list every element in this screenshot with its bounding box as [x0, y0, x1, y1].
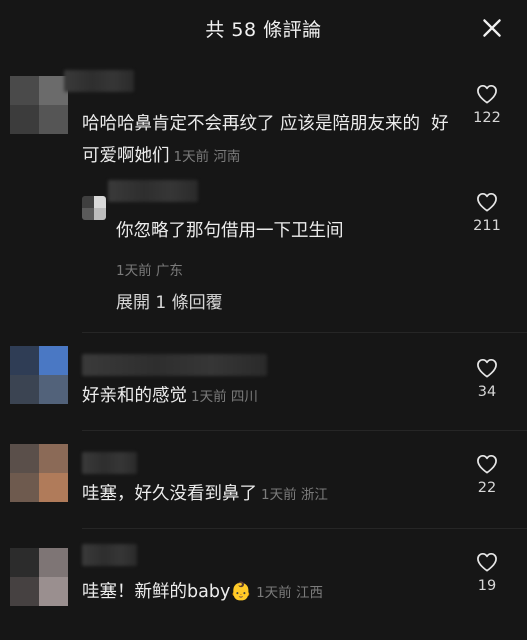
comment-item: 哇塞，好久没看到鼻了 1天前 浙江 22 — [0, 432, 527, 528]
reply-like-button[interactable]: 211 — [469, 192, 505, 234]
comment-item: 哇塞！新鲜的baby👶 1天前 江西 19 — [0, 530, 527, 640]
avatar-pixel — [10, 346, 39, 375]
avatar-pixel — [10, 375, 39, 404]
avatar[interactable] — [10, 548, 68, 606]
comment-meta: 1天前 江西 — [256, 585, 323, 601]
avatar-pixel — [10, 444, 39, 473]
heart-icon — [477, 552, 497, 572]
comment-meta: 1天前 四川 — [191, 389, 258, 405]
divider — [82, 430, 527, 431]
like-button[interactable]: 22 — [469, 454, 505, 496]
avatar[interactable] — [10, 444, 68, 502]
avatar-pixel — [39, 375, 68, 404]
comment-body: 好亲和的感觉 — [82, 386, 187, 406]
username-blurred[interactable] — [82, 354, 267, 376]
avatar-pixel — [82, 196, 94, 208]
comment-item: 哈哈哈鼻肯定不会再纹了 应该是陪朋友来的 好可爱啊她们 1天前 河南 122 你忽… — [0, 0, 527, 330]
reply-text: 你忽略了那句借用一下卫生间 — [116, 221, 344, 241]
like-button[interactable]: 19 — [469, 552, 505, 594]
comment-text: 好亲和的感觉 1天前 四川 — [82, 380, 462, 413]
avatar-pixel — [39, 444, 68, 473]
comment-text: 哈哈哈鼻肯定不会再纹了 应该是陪朋友来的 好可爱啊她们 1天前 河南 — [82, 108, 462, 173]
avatar[interactable] — [10, 76, 68, 134]
baby-emoji-icon: 👶 — [230, 582, 253, 602]
avatar-pixel — [10, 105, 39, 134]
comment-meta: 1天前 浙江 — [261, 487, 328, 503]
like-count: 122 — [473, 110, 501, 126]
avatar-pixel — [10, 76, 39, 105]
comment-text: 哇塞，好久没看到鼻了 1天前 浙江 — [82, 478, 462, 511]
avatar-pixel — [39, 577, 68, 606]
divider — [82, 332, 527, 333]
avatar-pixel — [10, 548, 39, 577]
reply-meta: 1天前 广东 — [116, 263, 183, 279]
expand-replies-button[interactable]: 展開 1 條回覆 — [116, 288, 223, 313]
avatar-pixel — [39, 105, 68, 134]
comment-item: 好亲和的感觉 1天前 四川 34 — [0, 334, 527, 430]
reply-username-blurred[interactable] — [108, 180, 198, 202]
like-count: 19 — [477, 578, 497, 594]
avatar-pixel — [94, 196, 106, 208]
reply-avatar[interactable] — [82, 196, 106, 220]
like-count: 22 — [477, 480, 497, 496]
divider — [82, 528, 527, 529]
heart-icon — [477, 454, 497, 474]
heart-icon — [477, 358, 497, 378]
comments-panel: 共 58 條評論 哈哈哈鼻肯定不会再纹了 应该是陪朋友来的 好可爱啊她们 1天前 … — [0, 0, 527, 640]
username-blurred[interactable] — [82, 452, 137, 474]
heart-icon — [477, 84, 497, 104]
like-count: 34 — [477, 384, 497, 400]
avatar[interactable] — [10, 346, 68, 404]
heart-icon — [477, 192, 497, 212]
avatar-pixel — [39, 548, 68, 577]
avatar-pixel — [10, 577, 39, 606]
avatar-pixel — [82, 208, 94, 220]
avatar-pixel — [39, 346, 68, 375]
comment-text: 哇塞！新鲜的baby👶 1天前 江西 — [82, 576, 462, 609]
comment-body: 哇塞，好久没看到鼻了 — [82, 484, 257, 504]
avatar-pixel — [94, 208, 106, 220]
comment-body: 哈哈哈鼻肯定不会再纹了 应该是陪朋友来的 好可爱啊她们 — [82, 114, 449, 166]
like-button[interactable]: 122 — [469, 84, 505, 126]
comment-meta: 1天前 河南 — [173, 149, 241, 165]
username-blurred[interactable] — [82, 544, 137, 566]
like-button[interactable]: 34 — [469, 358, 505, 400]
username-blurred[interactable] — [64, 70, 134, 92]
like-count: 211 — [473, 218, 501, 234]
comment-body: 哇塞！新鲜的baby — [82, 582, 231, 602]
avatar-pixel — [39, 473, 68, 502]
avatar-pixel — [10, 473, 39, 502]
